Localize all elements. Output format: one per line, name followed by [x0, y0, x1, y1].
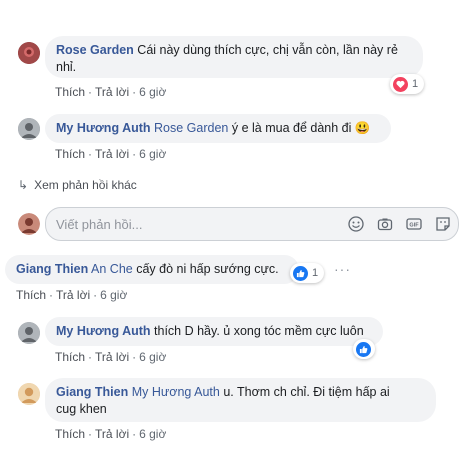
timestamp[interactable]: 6 giờ: [139, 147, 166, 161]
tagged-user[interactable]: Rose Garden: [154, 121, 228, 135]
reply-input[interactable]: Viết phản hồi... GIF: [45, 207, 459, 241]
comment-author[interactable]: Giang Thien: [56, 385, 128, 399]
view-more-replies-link[interactable]: ↳ Xem phản hồi khác: [18, 178, 137, 192]
timestamp[interactable]: 6 giờ: [139, 350, 166, 364]
current-user-avatar: [18, 213, 40, 235]
timestamp[interactable]: 6 giờ: [139, 427, 166, 441]
giang-thien-avatar-image: [18, 383, 40, 405]
comment-bubble: My Hương Auth thích D hầy. ủ xong tóc mề…: [45, 317, 383, 346]
like-link[interactable]: Thích: [16, 288, 46, 302]
camera-icon[interactable]: [377, 216, 393, 232]
comment-bubble: Rose Garden Cái này dùng thích cực, chị …: [45, 36, 423, 78]
sticker-icon[interactable]: [435, 216, 451, 232]
reply-link[interactable]: Trả lời: [95, 85, 129, 99]
comment-actions: Thích · Trả lời · 6 giờ: [55, 350, 167, 364]
like-link[interactable]: Thích: [55, 147, 85, 161]
reply-link[interactable]: Trả lời: [95, 350, 129, 364]
rose-avatar-image: [18, 42, 40, 64]
avatar-rose-garden[interactable]: [18, 42, 40, 64]
reaction-count-like[interactable]: 1: [290, 263, 324, 283]
timestamp[interactable]: 6 giờ: [100, 288, 127, 302]
like-link[interactable]: Thích: [55, 85, 85, 99]
like-link[interactable]: Thích: [55, 350, 85, 364]
comment-bubble: Giang Thien An Che cấy đò ni hấp sướng c…: [5, 255, 299, 284]
comment-text-line2: nhỉ.: [56, 60, 77, 74]
comment-text-line2: cug khen: [56, 402, 107, 416]
comment-author[interactable]: Rose Garden: [56, 43, 134, 57]
tagged-user[interactable]: An Che: [91, 262, 133, 276]
comment-text-line1: Cái này dùng thích cực, chị vẫn còn, lần…: [137, 43, 398, 57]
comment-text: ý e là mua để dành đi: [231, 121, 352, 135]
reaction-count-love[interactable]: 1: [390, 74, 424, 94]
more-options-icon[interactable]: ···: [334, 261, 351, 277]
current-user-avatar-image: [18, 213, 40, 235]
timestamp[interactable]: 6 giờ: [139, 85, 166, 99]
comment-author[interactable]: Giang Thien: [16, 262, 88, 276]
comment-actions: Thích · Trả lời · 6 giờ: [55, 427, 167, 441]
comment-actions: Thích · Trả lời · 6 giờ: [16, 288, 128, 302]
reaction-count-like[interactable]: [353, 339, 375, 359]
reply-link[interactable]: Trả lời: [56, 288, 90, 302]
comment-bubble: Giang Thien My Hương Auth u. Thơm ch chỉ…: [45, 378, 436, 422]
like-icon: [293, 265, 308, 281]
my-huong-avatar-image: [18, 118, 40, 140]
comment-text: thích D hầy. ủ xong tóc mềm cực luôn: [154, 324, 364, 338]
comment-author[interactable]: My Hương Auth: [56, 324, 151, 338]
comment-text-line1: u. Thơm ch chỉ. Đi tiệm hấp ai: [223, 385, 390, 399]
my-huong-avatar-image: [18, 322, 40, 344]
avatar-my-huong-auth[interactable]: [18, 118, 40, 140]
like-icon: [356, 341, 371, 357]
comment-actions: Thích · Trả lời · 6 giờ: [55, 85, 167, 99]
view-more-replies-label: Xem phản hồi khác: [34, 178, 137, 192]
comment-text: cấy đò ni hấp sướng cực.: [136, 262, 279, 276]
avatar-my-huong-auth[interactable]: [18, 322, 40, 344]
comment-author[interactable]: My Hương Auth: [56, 121, 151, 135]
reaction-count: 1: [412, 78, 419, 90]
gif-label: GIF: [409, 223, 419, 229]
smile-emoji-icon: 😃: [354, 121, 371, 135]
reply-link[interactable]: Trả lời: [95, 147, 129, 161]
comment-bubble: My Hương Auth Rose Garden ý e là mua để …: [45, 114, 391, 143]
love-icon: [393, 76, 408, 92]
like-link[interactable]: Thích: [55, 427, 85, 441]
tagged-user[interactable]: My Hương Auth: [132, 385, 220, 399]
gif-icon[interactable]: GIF: [406, 216, 422, 232]
reply-input-placeholder: Viết phản hồi...: [56, 217, 143, 232]
reply-link[interactable]: Trả lời: [95, 427, 129, 441]
reaction-count: 1: [312, 267, 319, 279]
comment-actions: Thích · Trả lời · 6 giờ: [55, 147, 167, 161]
emoji-icon[interactable]: [348, 216, 364, 232]
reply-arrow-icon: ↳: [18, 178, 29, 192]
avatar-giang-thien[interactable]: [18, 383, 40, 405]
